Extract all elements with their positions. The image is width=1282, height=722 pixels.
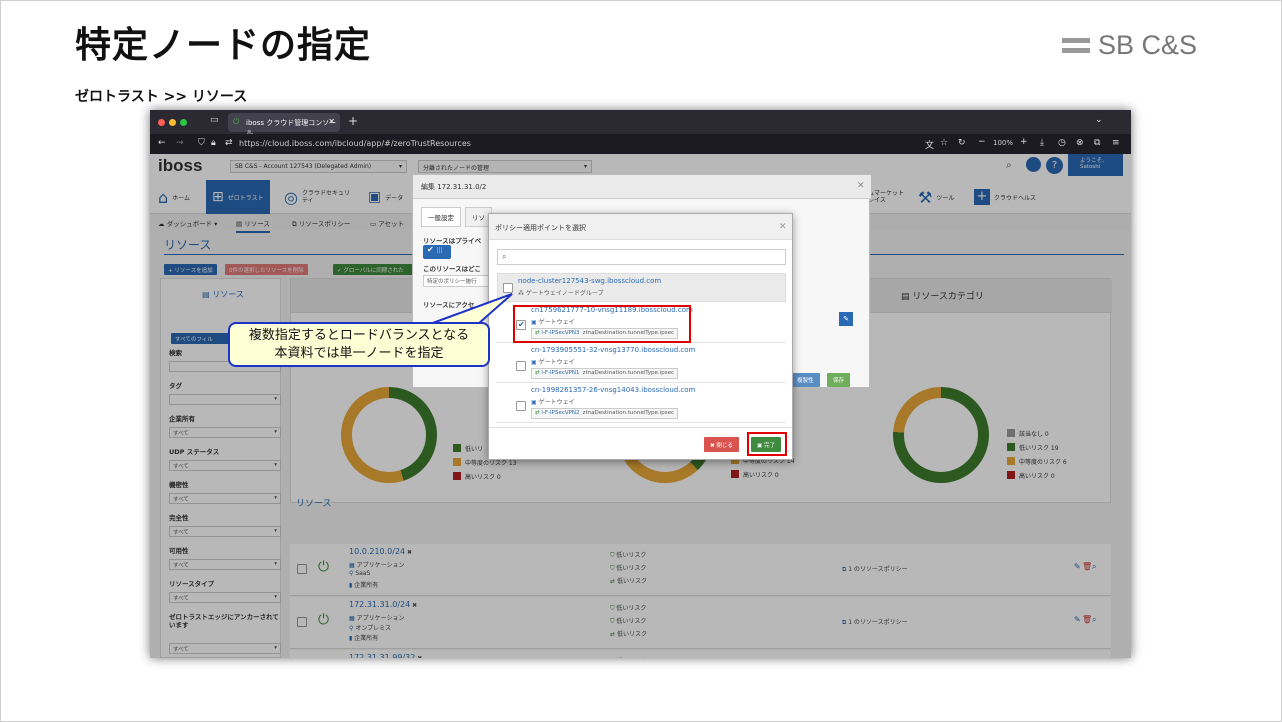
node-tag: ⇄ i-F-IPSecVPN2 ztnaDestination.tunnelTyp…: [531, 408, 678, 419]
close-circle-icon[interactable]: ⊗: [1076, 138, 1084, 148]
browser-tab[interactable]: ⏻ iboss クラウド管理コンソール ✕: [228, 113, 340, 137]
logo-text: SB C&S: [1098, 29, 1198, 60]
node-group-icon: ⁂: [518, 290, 524, 297]
url-text[interactable]: https://cloud.iboss.com/ibcloud/app/#/ze…: [239, 139, 471, 148]
location-select[interactable]: 特定のポリシー施行: [423, 275, 491, 287]
private-toggle[interactable]: ✔ |||: [423, 245, 451, 259]
select-dialog-close-icon[interactable]: ✕: [779, 222, 787, 232]
slide-title: 特定ノードの指定: [75, 25, 372, 66]
close-window-icon[interactable]: [158, 119, 165, 126]
private-resource-label: リソースはプライベ: [423, 237, 482, 245]
reload-icon[interactable]: ↻: [958, 138, 966, 148]
edit-pencil-icon[interactable]: ✎: [839, 312, 853, 326]
sbcs-logo: SB C&S: [1062, 30, 1197, 60]
tab-overview-icon[interactable]: ▭: [210, 115, 219, 125]
location-label: このリソースはどこ: [423, 265, 481, 273]
group-checkbox[interactable]: [503, 283, 513, 293]
back-icon[interactable]: ←: [158, 138, 166, 148]
breadcrumb: ゼロトラスト >> リソース: [75, 89, 248, 105]
node-type: ▣ ゲートウェイ: [531, 359, 575, 366]
translate-icon[interactable]: 文: [925, 138, 934, 151]
menu-icon[interactable]: ≡: [1112, 138, 1120, 148]
iboss-app: iboss SB C&S - Account 127543 (Delegated…: [150, 154, 1131, 658]
history-icon[interactable]: ◷: [1058, 138, 1066, 148]
select-dialog-title: ポリシー適用ポイントを選択: [495, 224, 586, 232]
group-sub: ⁂ ゲートウェイノードグループ: [518, 290, 604, 297]
edit-dialog-title: 編集 172.31.31.0/2: [421, 183, 487, 191]
node-search-input[interactable]: ⌕: [497, 249, 786, 265]
search-icon: ⌕: [502, 252, 507, 261]
permissions-icon[interactable]: ⇄: [225, 138, 233, 148]
zoom-level[interactable]: 100%: [993, 139, 1013, 147]
minimize-window-icon[interactable]: [169, 119, 176, 126]
close-tab-icon[interactable]: ✕: [328, 117, 335, 126]
edit-dialog-close-icon[interactable]: ✕: [857, 181, 865, 191]
tab-list-icon[interactable]: ⌄: [1095, 115, 1103, 125]
access-label: リソースにアクセ: [423, 301, 475, 309]
node-item[interactable]: cn-1998261357-26-vnsg14043.ibosscloud.co…: [497, 383, 786, 423]
node-checkbox[interactable]: [516, 401, 526, 411]
tab-general[interactable]: 一般設定: [421, 207, 461, 227]
callout-note: 複数指定するとロードバランスとなる 本資料では単一ノードを指定: [228, 322, 490, 367]
callout-line-2: 本資料では単一ノードを指定: [274, 346, 444, 361]
logo-bars-icon: [1062, 37, 1090, 53]
selected-node-highlight: [513, 305, 691, 343]
gateway-icon: ▣: [531, 359, 539, 366]
callout-line-1: 複数指定するとロードバランスとなる: [248, 328, 470, 343]
select-enforcement-dialog: ポリシー適用ポイントを選択 ✕ ⌕ node-cluster127543-swg…: [488, 213, 793, 460]
zoom-window-icon[interactable]: [180, 119, 187, 126]
confirm-button[interactable]: 複製性: [791, 373, 820, 387]
node-tag: ⇄ i-F-IPSecVPN1 ztnaDestination.tunnelTyp…: [531, 368, 678, 379]
bookmark-star-icon[interactable]: ☆: [940, 138, 948, 148]
node-item[interactable]: cn-1793905551-32-vnsg13770.ibosscloud.co…: [497, 343, 786, 383]
new-tab-icon[interactable]: +: [348, 114, 358, 128]
node-group-row[interactable]: node-cluster127543-swg.ibosscloud.com ⁂ …: [497, 273, 786, 302]
gateway-icon: ▣: [531, 399, 539, 406]
node-checkbox[interactable]: [516, 361, 526, 371]
lock-icon[interactable]: 🔒︎: [211, 138, 216, 148]
shield-icon[interactable]: ⛉: [198, 138, 205, 148]
extensions-icon[interactable]: ⧉: [1094, 138, 1100, 148]
forward-icon[interactable]: →: [176, 138, 184, 148]
screenshot: ▭ ⏻ iboss クラウド管理コンソール ✕ + ⌄ ← → ⛉ 🔒︎ ⇄ h…: [150, 110, 1131, 658]
close-button[interactable]: ✖ 閉じる: [704, 437, 739, 452]
node-type: ▣ ゲートウェイ: [531, 399, 575, 406]
zoom-in-icon[interactable]: +: [1020, 137, 1028, 147]
iboss-favicon-icon: ⏻: [233, 117, 240, 126]
url-bar: ← → ⛉ 🔒︎ ⇄ https://cloud.iboss.com/ibclo…: [150, 134, 1131, 154]
node-name: cn-1998261357-26-vnsg14043.ibosscloud.co…: [531, 386, 696, 394]
group-name: node-cluster127543-swg.ibosscloud.com: [518, 277, 662, 285]
node-name: cn-1793905551-32-vnsg13770.ibosscloud.co…: [531, 346, 696, 354]
node-item[interactable]: ✔ cn1759621777-10-vnsg11189.ibosscloud.co…: [497, 303, 786, 343]
download-icon[interactable]: ⤓: [1040, 138, 1044, 148]
save-button[interactable]: 保存: [827, 373, 851, 387]
browser-tabbar: ▭ ⏻ iboss クラウド管理コンソール ✕ + ⌄: [150, 110, 1131, 137]
zoom-out-icon[interactable]: −: [978, 137, 986, 147]
done-button[interactable]: ▣ 完了: [751, 437, 781, 452]
